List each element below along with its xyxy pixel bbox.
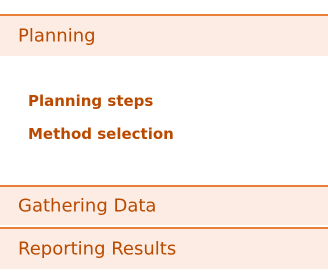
nav-section-gathering-data[interactable]: Gathering Data (0, 185, 328, 225)
nav-section-label: Gathering Data (18, 195, 157, 217)
nav-link-planning-steps[interactable]: Planning steps (28, 92, 153, 110)
nav-section-reporting-results[interactable]: Reporting Results (0, 227, 328, 269)
nav-link-method-selection[interactable]: Method selection (28, 125, 174, 143)
section-nav: Planning Planning steps Method selection… (0, 0, 328, 280)
nav-section-label: Reporting Results (18, 238, 177, 260)
nav-section-label: Planning (18, 25, 96, 47)
nav-section-planning[interactable]: Planning (0, 14, 328, 56)
